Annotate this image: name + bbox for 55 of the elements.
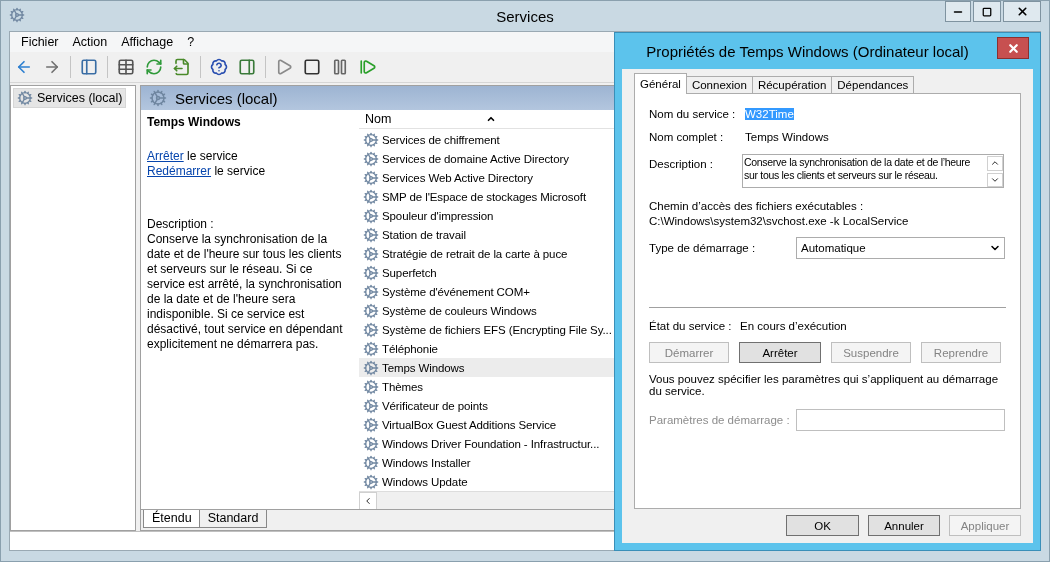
menu-item[interactable]: ? — [180, 35, 202, 49]
service-row[interactable]: Système de couleurs Windows — [359, 301, 625, 320]
service-row[interactable]: Superfetch — [359, 263, 625, 282]
dialog-tab[interactable]: Général — [634, 73, 687, 94]
action-text: Redémarrer le service — [147, 164, 267, 179]
dialog-title: Propriétés de Temps Windows (Ordinateur local) — [645, 42, 970, 60]
description-label: Description : — [147, 217, 215, 232]
service-row[interactable]: Vérificateur de points — [359, 396, 625, 415]
display-name-value: Temps Windows — [745, 131, 829, 143]
service-row[interactable]: Stratégie de retrait de la carte à puce — [359, 244, 625, 263]
service-control-button[interactable]: Arrêter — [739, 342, 821, 363]
service-row[interactable]: Thèmes — [359, 377, 625, 396]
tree-item[interactable]: Services (local) — [13, 88, 127, 108]
service-row[interactable]: Windows Installer — [359, 453, 625, 472]
window-title: Services — [495, 8, 555, 25]
status-label: État du service : — [649, 320, 733, 332]
menu-item[interactable]: Action — [65, 35, 115, 49]
service-title: Temps Windows — [147, 115, 242, 130]
action-link[interactable]: Arrêter — [147, 149, 184, 163]
field-label: Nom du service : — [649, 108, 737, 120]
description-text: Conserve la synchronisation de la date et de l'heure sur tous les clients et serveurs sur le réseau. Si ce service est arrêté, la synchronisation de la date et de l'heure sera indisponible. Si ce service est désactivé, tout service en dépendant explicitement ne démarrera pas. — [147, 232, 344, 352]
service-row[interactable]: Windows Driver Foundation - Infrastructur... — [359, 434, 625, 453]
hint-text: Vous pouvez spécifier les paramètres qui s’appliquent au démarrage du service. — [649, 373, 1000, 397]
view-tab[interactable]: Standard — [198, 510, 268, 528]
service-row[interactable]: Services de chiffrement — [359, 130, 625, 149]
path-label: Chemin d’accès des fichiers exécutables : — [649, 200, 865, 212]
field-label: Description : — [649, 158, 714, 170]
service-row[interactable]: SMP de l'Espace de stockages Microsoft — [359, 187, 625, 206]
path-value: C:\Windows\system32\svchost.exe -k LocalService — [649, 215, 910, 227]
service-row[interactable]: Spouleur d'impression — [359, 206, 625, 225]
service-row[interactable]: Station de travail — [359, 225, 625, 244]
field-label: Paramètres de démarrage : — [649, 414, 791, 426]
dialog-button[interactable]: Annuler — [868, 515, 940, 536]
field-label: Nom complet : — [649, 131, 725, 143]
status-value: En cours d’exécution — [740, 320, 847, 332]
service-row[interactable]: Services de domaine Active Directory — [359, 149, 625, 168]
service-row[interactable]: Windows Update — [359, 472, 625, 491]
dialog-tab[interactable]: Récupération — [751, 76, 833, 94]
dialog-button[interactable]: OK — [786, 515, 859, 536]
menu-item[interactable]: Fichier — [14, 35, 66, 49]
action-text: Arrêter le service — [147, 149, 239, 164]
pane-title: Services (local) — [175, 89, 278, 107]
service-row[interactable]: Téléphonie — [359, 339, 625, 358]
service-name-value: W32Time — [745, 108, 794, 120]
view-tab[interactable]: Étendu — [143, 510, 201, 528]
service-row[interactable]: Services Web Active Directory — [359, 168, 625, 187]
service-row[interactable]: Système d'événement COM+ — [359, 282, 625, 301]
startup-type-select[interactable]: Automatique — [796, 237, 1005, 259]
dialog-tab[interactable]: Dépendances — [831, 76, 915, 94]
service-row[interactable]: VirtualBox Guest Additions Service — [359, 415, 625, 434]
menu-item[interactable]: Affichage — [114, 35, 181, 49]
field-label: Type de démarrage : — [649, 242, 757, 254]
description-field[interactable]: Conserve la synchronisation de la date et de l’heure sur tous les clients et serveurs sur le réseau. — [742, 154, 1004, 188]
service-row[interactable]: Système de fichiers EFS (Encrypting File Sy... — [359, 320, 625, 339]
action-link[interactable]: Redémarrer — [147, 164, 212, 178]
